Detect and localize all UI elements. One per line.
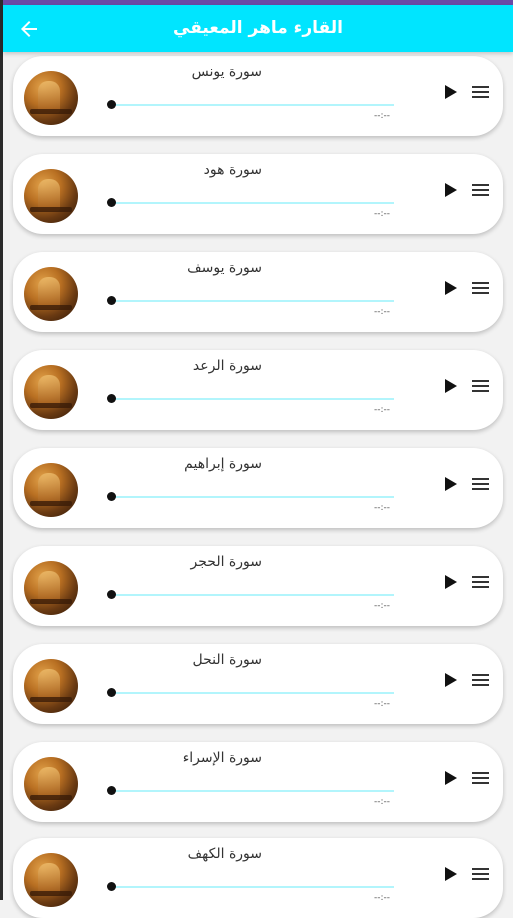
reciter-avatar	[24, 757, 78, 811]
slider-thumb[interactable]	[107, 100, 116, 109]
drag-handle-icon[interactable]	[472, 674, 489, 687]
drag-handle-icon[interactable]	[472, 478, 489, 491]
slider-thumb[interactable]	[107, 786, 116, 795]
surah-title: سورة الكهف	[187, 846, 262, 862]
surah-title: سورة الإسراء	[182, 750, 262, 766]
surah-list-item[interactable]: سورة الحجر --:--	[13, 546, 503, 626]
slider-thumb[interactable]	[107, 198, 116, 207]
progress-slider[interactable]	[114, 594, 394, 596]
slider-thumb[interactable]	[107, 296, 116, 305]
progress-slider[interactable]	[114, 202, 394, 204]
progress-slider[interactable]	[114, 104, 394, 106]
drag-handle-icon[interactable]	[472, 380, 489, 393]
surah-title: سورة يوسف	[187, 260, 262, 276]
progress-slider[interactable]	[114, 496, 394, 498]
surah-list-item[interactable]: سورة الإسراء --:--	[13, 742, 503, 822]
drag-handle-icon[interactable]	[472, 868, 489, 881]
drag-handle-icon[interactable]	[472, 282, 489, 295]
slider-thumb[interactable]	[107, 394, 116, 403]
reciter-avatar	[24, 561, 78, 615]
surah-list-item[interactable]: سورة إبراهيم --:--	[13, 448, 503, 528]
duration-label: --:--	[374, 797, 391, 807]
progress-slider[interactable]	[114, 790, 394, 792]
surah-title: سورة هود	[203, 162, 262, 178]
surah-title: سورة يونس	[191, 64, 262, 80]
duration-label: --:--	[374, 503, 391, 513]
duration-label: --:--	[374, 307, 391, 317]
surah-list-item[interactable]: سورة هود --:--	[13, 154, 503, 234]
duration-label: --:--	[374, 111, 391, 121]
reciter-avatar	[24, 365, 78, 419]
reciter-avatar	[24, 853, 78, 907]
progress-slider[interactable]	[114, 692, 394, 694]
duration-label: --:--	[374, 601, 391, 611]
slider-thumb[interactable]	[107, 590, 116, 599]
play-icon[interactable]	[444, 770, 458, 786]
window-left-edge	[0, 0, 3, 900]
page-title: القارء ماهر المعيقي	[173, 18, 343, 38]
surah-list-item[interactable]: سورة يوسف --:--	[13, 252, 503, 332]
surah-list-item[interactable]: سورة الكهف --:--	[13, 838, 503, 918]
surah-list-item[interactable]: سورة النحل --:--	[13, 644, 503, 724]
drag-handle-icon[interactable]	[472, 772, 489, 785]
slider-thumb[interactable]	[107, 882, 116, 891]
surah-title: سورة النحل	[192, 652, 262, 668]
drag-handle-icon[interactable]	[472, 184, 489, 197]
drag-handle-icon[interactable]	[472, 86, 489, 99]
reciter-avatar	[24, 659, 78, 713]
play-icon[interactable]	[444, 574, 458, 590]
play-icon[interactable]	[444, 476, 458, 492]
duration-label: --:--	[374, 405, 391, 415]
reciter-avatar	[24, 71, 78, 125]
surah-list-item[interactable]: سورة الرعد --:--	[13, 350, 503, 430]
reciter-avatar	[24, 267, 78, 321]
play-icon[interactable]	[444, 84, 458, 100]
drag-handle-icon[interactable]	[472, 576, 489, 589]
slider-thumb[interactable]	[107, 688, 116, 697]
play-icon[interactable]	[444, 672, 458, 688]
slider-thumb[interactable]	[107, 492, 116, 501]
progress-slider[interactable]	[114, 886, 394, 888]
progress-slider[interactable]	[114, 398, 394, 400]
duration-label: --:--	[374, 209, 391, 219]
duration-label: --:--	[374, 699, 391, 709]
reciter-avatar	[24, 463, 78, 517]
progress-slider[interactable]	[114, 300, 394, 302]
reciter-avatar	[24, 169, 78, 223]
surah-list-item[interactable]: سورة يونس --:--	[13, 56, 503, 136]
play-icon[interactable]	[444, 280, 458, 296]
app-bar: القارء ماهر المعيقي	[3, 5, 513, 52]
surah-title: سورة إبراهيم	[184, 456, 262, 472]
surah-title: سورة الرعد	[192, 358, 262, 374]
play-icon[interactable]	[444, 378, 458, 394]
surah-title: سورة الحجر	[190, 554, 262, 570]
play-icon[interactable]	[444, 182, 458, 198]
duration-label: --:--	[374, 893, 391, 903]
play-icon[interactable]	[444, 866, 458, 882]
